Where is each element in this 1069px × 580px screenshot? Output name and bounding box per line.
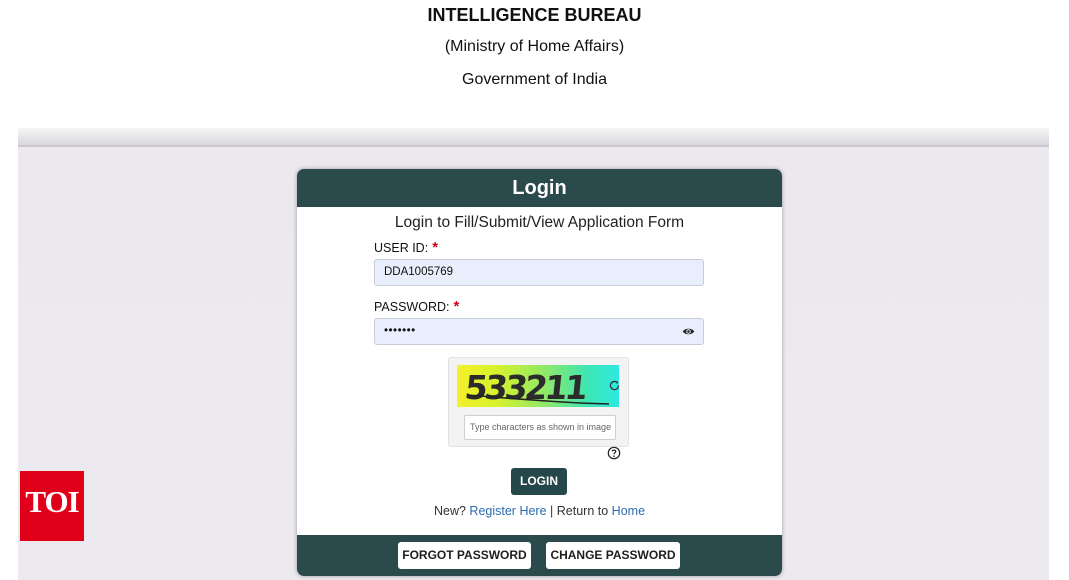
user-id-label-text: USER ID: xyxy=(374,241,429,255)
toi-watermark-logo: TOI xyxy=(20,471,84,541)
user-id-label: USER ID: * xyxy=(374,239,438,256)
password-label: PASSWORD: * xyxy=(374,298,459,315)
register-link[interactable]: Register Here xyxy=(469,504,546,518)
captcha-image: 533211 xyxy=(457,365,619,407)
new-prefix: New? xyxy=(433,504,466,518)
login-card-footer: FORGOT PASSWORD CHANGE PASSWORD xyxy=(297,535,782,576)
captcha-input[interactable]: Type characters as shown in image xyxy=(464,415,616,440)
home-link[interactable]: Home xyxy=(612,504,645,518)
return-text: Return to xyxy=(556,504,609,518)
site-header: INTELLIGENCE BUREAU (Ministry of Home Af… xyxy=(0,0,1069,128)
org-title: INTELLIGENCE BUREAU xyxy=(427,5,642,25)
password-value: ••••••• xyxy=(384,325,416,337)
register-row: New? Register Here | Return to Home xyxy=(297,504,782,518)
captcha-placeholder: Type characters as shown in image xyxy=(470,422,612,432)
user-id-value: DDA1005769 xyxy=(384,266,454,278)
captcha-noise-line xyxy=(466,394,610,405)
user-id-field[interactable]: DDA1005769 xyxy=(374,259,704,286)
ministry-name: (Ministry of Home Affairs) xyxy=(444,38,625,55)
login-button[interactable]: LOGIN xyxy=(511,468,567,495)
required-marker: * xyxy=(453,298,460,315)
required-marker: * xyxy=(432,239,439,256)
refresh-icon[interactable] xyxy=(608,379,621,392)
help-icon[interactable] xyxy=(607,446,621,460)
captcha-panel: 533211 Type characters as shown in image xyxy=(448,357,629,447)
eye-icon[interactable] xyxy=(682,325,695,338)
login-subtitle: Login to Fill/Submit/View Application Fo… xyxy=(394,214,685,231)
forgot-password-button[interactable]: FORGOT PASSWORD xyxy=(398,542,531,569)
government-name: Government of India xyxy=(462,71,607,88)
password-label-text: PASSWORD: xyxy=(374,300,450,314)
password-field[interactable]: ••••••• xyxy=(374,318,704,345)
login-card-header: Login xyxy=(297,169,782,207)
separator: | xyxy=(550,504,554,518)
login-card: Login Login to Fill/Submit/View Applicat… xyxy=(297,169,782,576)
login-title: Login xyxy=(512,177,567,199)
toi-logo-text: TOI xyxy=(25,484,79,519)
change-password-button[interactable]: CHANGE PASSWORD xyxy=(546,542,680,569)
